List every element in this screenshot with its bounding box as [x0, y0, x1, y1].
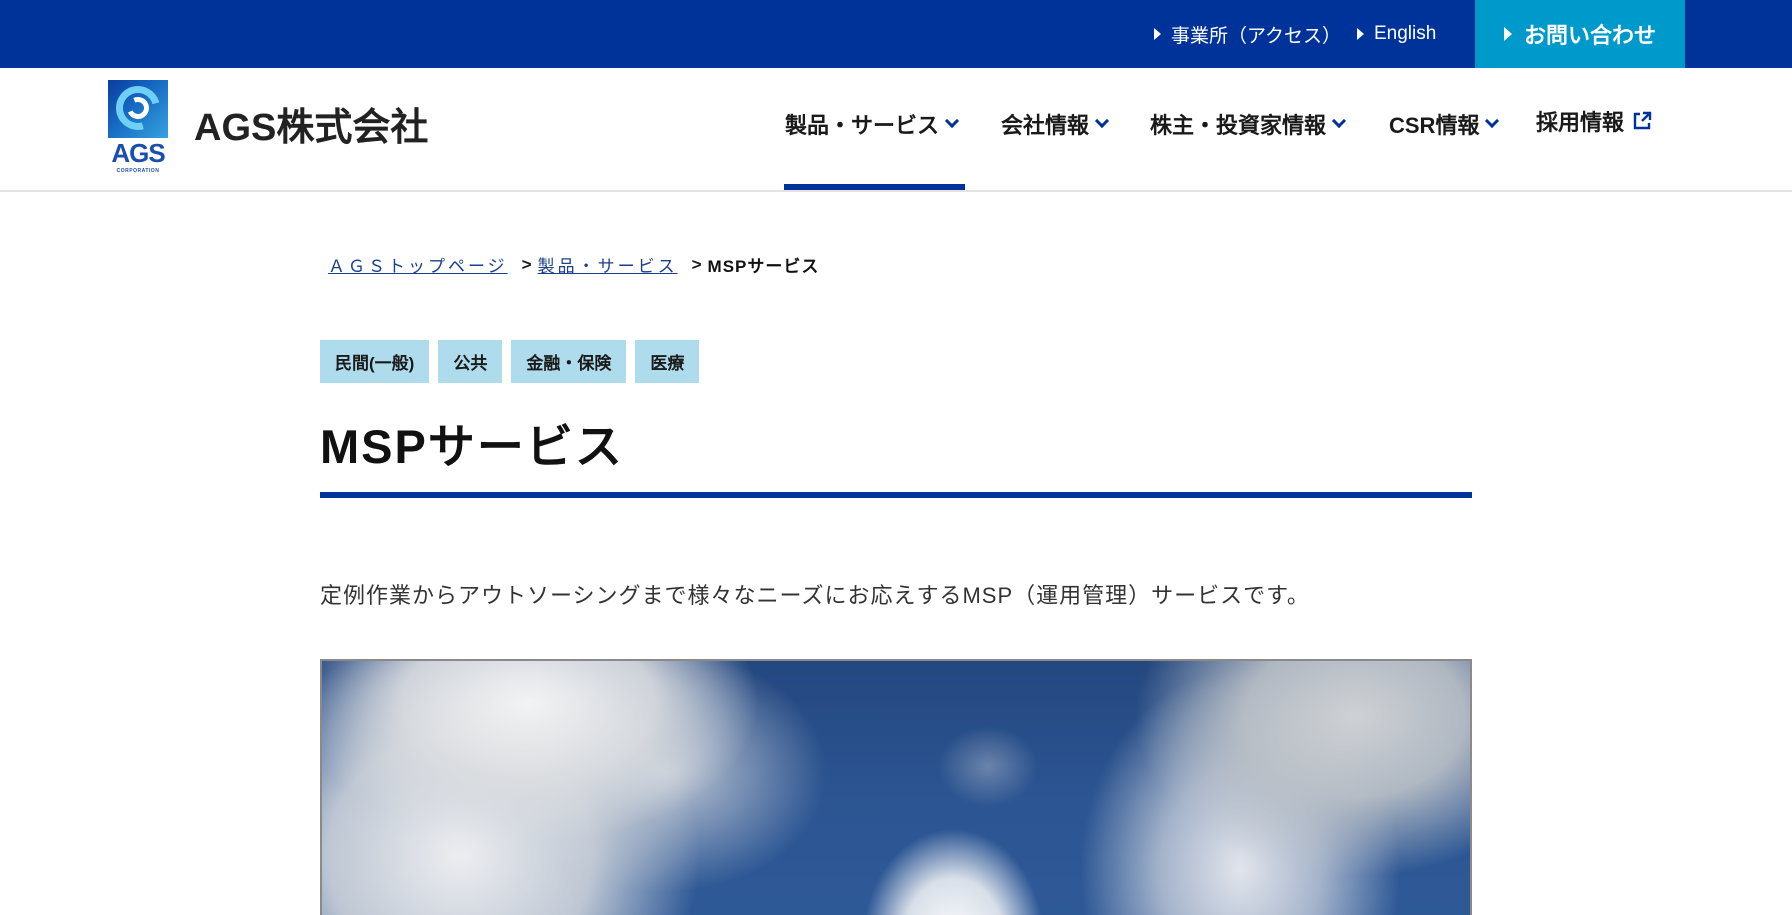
nav-item-investors[interactable]: 株主・投資家情報 — [1150, 108, 1347, 140]
top-utility-bar: 事業所（アクセス） English お問い合わせ — [0, 0, 1792, 68]
chevron-down-icon — [1094, 113, 1110, 129]
contact-button-label: お問い合わせ — [1523, 23, 1656, 48]
contact-button[interactable]: お問い合わせ — [1475, 0, 1685, 68]
tag-public[interactable]: 公共 — [438, 340, 503, 383]
page-title: MSPサービス — [320, 420, 624, 473]
nav-item-products[interactable]: 製品・サービス — [785, 108, 960, 140]
tag-finance[interactable]: 金融・保険 — [511, 340, 627, 383]
logo-mark: AGS CORPORATION — [108, 80, 168, 176]
nav-active-indicator — [784, 184, 965, 190]
triangle-right-icon — [1357, 28, 1364, 40]
breadcrumb-home-link[interactable]: ＡＧＳトップページ — [328, 252, 508, 277]
tag-medical[interactable]: 医療 — [635, 340, 700, 383]
breadcrumb-products-link[interactable]: 製品・サービス — [538, 252, 678, 277]
lead-description: 定例作業からアウトソーシングまで様々なニーズにお応えするMSP（運用管理）サービ… — [320, 583, 1310, 608]
breadcrumb-current: MSPサービス — [707, 257, 820, 276]
chevron-down-icon — [944, 113, 960, 129]
access-link[interactable]: 事業所（アクセス） — [1154, 0, 1341, 68]
logo-mark-text: AGS — [111, 138, 165, 168]
nav-item-label: 会社情報 — [1001, 113, 1090, 138]
nav-item-label: 株主・投資家情報 — [1150, 113, 1327, 138]
nav-item-label: 製品・サービス — [785, 113, 940, 138]
industry-tags: 民間(一般) 公共 金融・保険 医療 — [320, 340, 700, 383]
nav-item-label: 採用情報 — [1536, 110, 1625, 135]
nav-item-csr[interactable]: CSR情報 — [1389, 108, 1500, 140]
company-logo[interactable]: AGS CORPORATION AGS株式会社 — [108, 80, 428, 176]
breadcrumb-separator: > — [521, 254, 532, 274]
title-divider — [320, 492, 1472, 498]
chevron-down-icon — [1485, 113, 1500, 129]
access-link-label: 事業所（アクセス） — [1171, 25, 1342, 47]
logo-wordmark: AGS株式会社 — [194, 106, 429, 149]
nav-item-label: CSR情報 — [1389, 113, 1480, 138]
logo-mark-subtext: CORPORATION — [116, 168, 160, 174]
breadcrumb-separator: > — [691, 254, 702, 274]
tag-private[interactable]: 民間(一般) — [320, 340, 430, 383]
english-link-label: English — [1374, 23, 1437, 44]
english-link[interactable]: English — [1357, 0, 1436, 68]
breadcrumb: ＡＧＳトップページ > 製品・サービス > MSPサービス — [328, 252, 819, 277]
chevron-down-icon — [1331, 113, 1347, 129]
triangle-right-icon — [1154, 28, 1161, 40]
nav-item-recruit[interactable]: 採用情報 — [1536, 105, 1652, 137]
swirl-logo-icon — [108, 80, 168, 138]
hero-image-sky — [320, 659, 1472, 915]
nav-item-company[interactable]: 会社情報 — [1001, 108, 1110, 140]
external-link-icon — [1633, 111, 1652, 130]
site-header: AGS CORPORATION AGS株式会社 製品・サービス 会社情報 株主・… — [0, 68, 1792, 192]
triangle-right-icon — [1503, 27, 1512, 41]
